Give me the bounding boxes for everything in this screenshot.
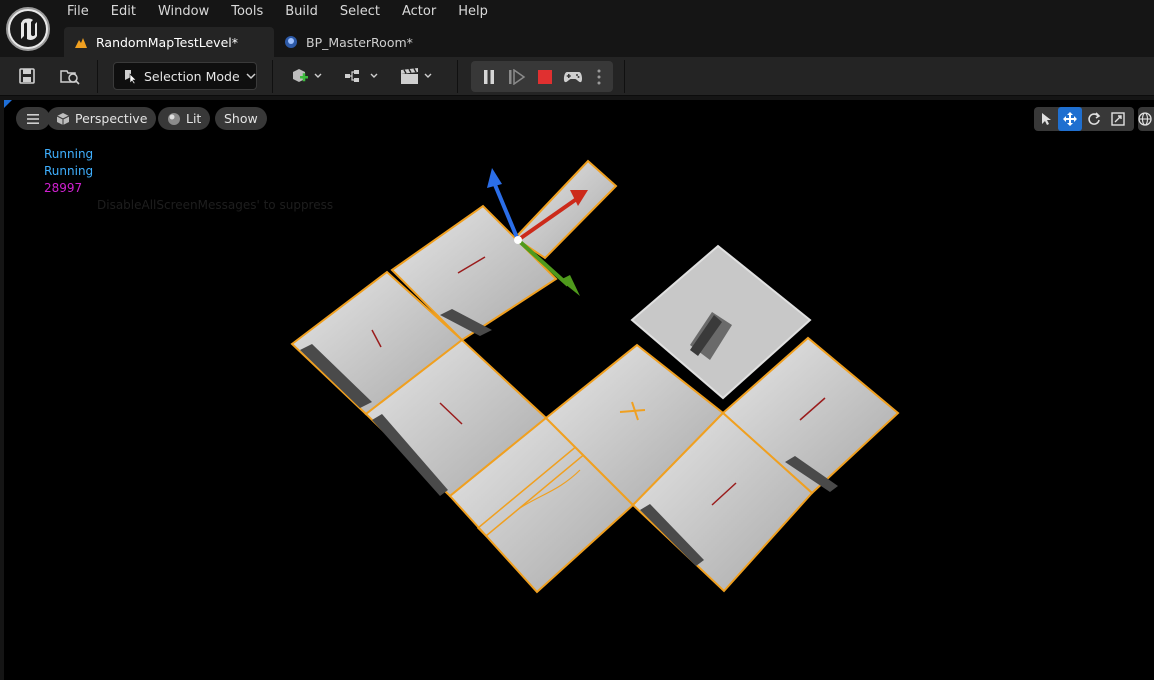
save-button[interactable] (14, 61, 40, 91)
rotate-icon (1088, 112, 1101, 125)
viewport-focus-indicator (4, 100, 12, 108)
toolbar-separator (272, 60, 273, 93)
content-browser-button[interactable] (56, 61, 84, 91)
lit-sphere-icon (168, 112, 180, 125)
selection-mode-label: Selection Mode (144, 68, 240, 84)
faint-screen-message: DisableAllScreenMessages' to suppress (97, 198, 334, 212)
corridor-top[interactable] (513, 159, 618, 260)
hamburger-menu-icon (27, 113, 39, 124)
menu-select[interactable]: Select (329, 0, 391, 24)
menu-actor[interactable]: Actor (391, 0, 447, 24)
scale-icon (1111, 112, 1125, 126)
level-icon (74, 35, 88, 49)
viewport-options-button[interactable] (16, 107, 50, 130)
cube-icon (56, 112, 70, 125)
blueprint-icon (284, 35, 298, 49)
more-options-button[interactable] (589, 61, 609, 92)
stop-icon (538, 69, 552, 84)
main-toolbar: Selection Mode (0, 57, 1154, 96)
level-viewport[interactable]: Perspective Lit Show Running Running 289… (4, 100, 1154, 680)
cinematics-icon (401, 68, 432, 84)
possess-icon (563, 71, 583, 82)
level-scene[interactable] (4, 100, 1154, 680)
tab-random-map-test-level[interactable]: RandomMapTestLevel* (64, 27, 274, 57)
view-mode-dropdown[interactable]: Lit (158, 107, 211, 130)
save-icon (19, 68, 35, 84)
unreal-logo-icon[interactable] (6, 7, 50, 51)
tab-bp-master-room[interactable]: BP_MasterRoom* (274, 27, 429, 57)
pause-icon (484, 69, 494, 84)
toolbar-separator (624, 60, 625, 93)
document-tabs: RandomMapTestLevel* BP_MasterRoom* (64, 27, 429, 57)
menu-build[interactable]: Build (274, 0, 329, 24)
menu-file[interactable]: File (56, 0, 100, 24)
globe-icon (1138, 112, 1152, 126)
rotate-tool-button[interactable] (1082, 107, 1106, 131)
menu-edit[interactable]: Edit (100, 0, 147, 24)
blueprint-graph-button[interactable] (342, 61, 382, 91)
move-arrows-icon (1063, 112, 1077, 126)
tab-label: BP_MasterRoom* (306, 34, 413, 50)
perspective-dropdown[interactable]: Perspective (47, 107, 157, 130)
transform-tools (1034, 107, 1134, 131)
play-controls (471, 61, 613, 92)
menu-tools[interactable]: Tools (220, 0, 274, 24)
toolbar-separator (97, 60, 98, 93)
possess-button[interactable] (561, 61, 585, 92)
add-actor-icon (293, 69, 322, 82)
content-browser-icon (60, 70, 80, 85)
perspective-label: Perspective (75, 111, 148, 126)
add-actor-button[interactable] (286, 61, 326, 91)
translate-tool-button[interactable] (1058, 107, 1082, 131)
main-menu: File Edit Window Tools Build Select Acto… (56, 0, 499, 24)
cinematics-button[interactable] (397, 61, 437, 91)
chevron-down-icon (246, 73, 256, 80)
coordinate-system-button[interactable] (1138, 107, 1154, 131)
select-tool-button[interactable] (1034, 107, 1058, 131)
unreal-editor-window: File Edit Window Tools Build Select Acto… (0, 0, 1154, 680)
menu-window[interactable]: Window (147, 0, 220, 24)
more-options-icon (597, 69, 601, 84)
scale-tool-button[interactable] (1106, 107, 1130, 131)
debug-message-1: Running (44, 147, 94, 161)
blueprint-graph-icon (345, 70, 378, 82)
debug-message-2: Running (44, 164, 94, 178)
skip-frame-icon (509, 68, 526, 85)
show-dropdown[interactable]: Show (215, 107, 267, 130)
cursor-arrow-icon (1042, 113, 1051, 125)
toolbar-separator (457, 60, 458, 93)
menu-help[interactable]: Help (447, 0, 499, 24)
lit-label: Lit (186, 111, 202, 126)
show-label: Show (224, 111, 258, 126)
debug-message-3: 28997 (44, 181, 83, 195)
pause-button[interactable] (477, 61, 501, 92)
selection-mode-dropdown[interactable]: Selection Mode (113, 62, 257, 90)
title-bar: File Edit Window Tools Build Select Acto… (0, 0, 1154, 57)
stop-button[interactable] (533, 61, 557, 92)
selection-mode-icon (125, 70, 137, 84)
tab-label: RandomMapTestLevel* (96, 34, 238, 50)
skip-frame-button[interactable] (505, 61, 529, 92)
